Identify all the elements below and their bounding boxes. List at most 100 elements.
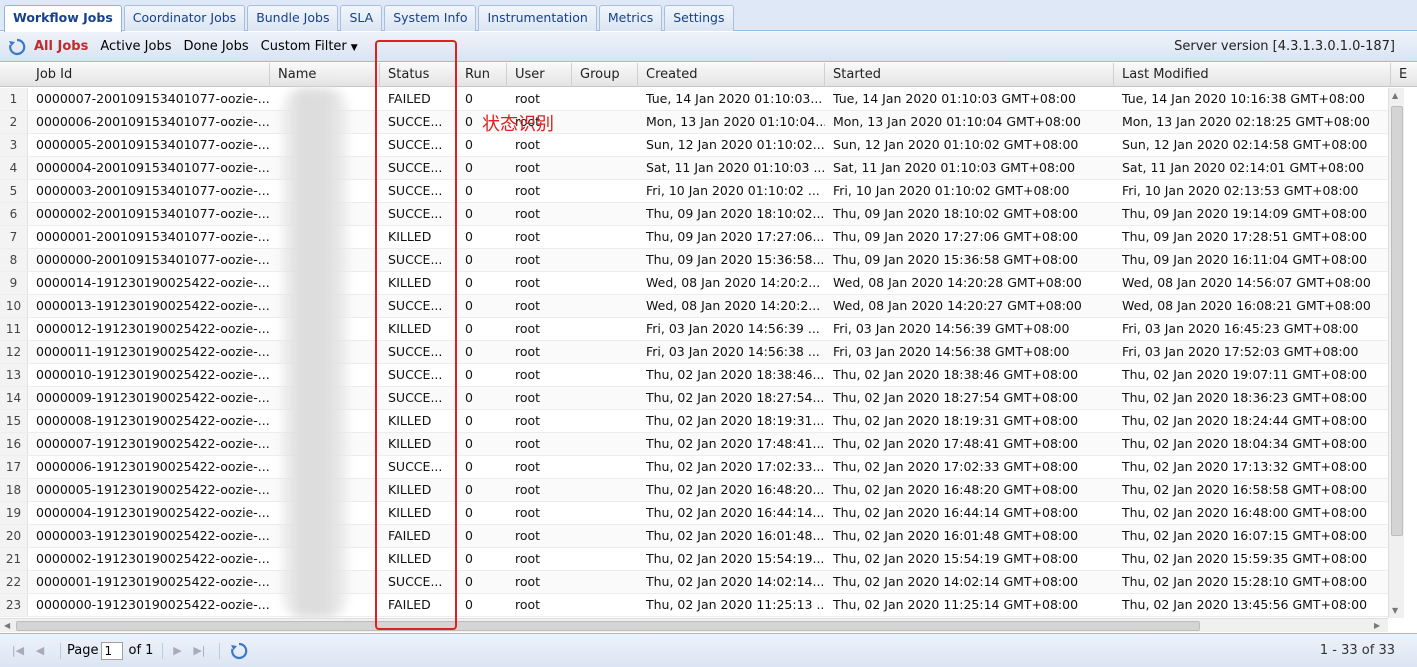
filter-all-jobs[interactable]: All Jobs bbox=[34, 39, 88, 54]
horizontal-scroll-thumb[interactable] bbox=[16, 621, 1200, 631]
cell-created: Thu, 02 Jan 2020 16:44:14... bbox=[646, 505, 825, 520]
cell-job-id: 0000000-191230190025422-oozie-... bbox=[36, 597, 270, 612]
table-row[interactable]: 12 0000011-191230190025422-oozie-... SUCCE… bbox=[0, 341, 1388, 364]
first-page-icon[interactable]: |◀ bbox=[10, 643, 26, 659]
pager-refresh-icon[interactable] bbox=[230, 642, 248, 660]
cell-job-id: 0000003-200109153401077-oozie-... bbox=[36, 183, 270, 198]
cell-created: Fri, 03 Jan 2020 14:56:38 ... bbox=[646, 344, 820, 359]
cell-started: Thu, 02 Jan 2020 16:48:20 GMT+08:00 bbox=[833, 482, 1079, 497]
tab-workflow-jobs[interactable]: Workflow Jobs bbox=[4, 5, 122, 32]
row-number: 7 bbox=[0, 226, 28, 248]
table-row[interactable]: 8 0000000-200109153401077-oozie-... SUCCE.… bbox=[0, 249, 1388, 272]
cell-user: root bbox=[515, 91, 541, 106]
column-header-status[interactable]: Status bbox=[380, 63, 457, 87]
last-page-icon[interactable]: ▶| bbox=[191, 643, 207, 659]
scroll-left-icon[interactable]: ◀ bbox=[4, 619, 10, 633]
cell-job-id: 0000006-191230190025422-oozie-... bbox=[36, 459, 270, 474]
prev-page-icon[interactable]: ◀ bbox=[32, 643, 48, 659]
table-row[interactable]: 2 0000006-200109153401077-oozie-... SUCCE.… bbox=[0, 111, 1388, 134]
tab-system-info[interactable]: System Info bbox=[384, 5, 477, 31]
cell-created: Thu, 02 Jan 2020 11:25:13 ... bbox=[646, 597, 825, 612]
cell-status: FAILED bbox=[388, 597, 431, 612]
cell-started: Thu, 02 Jan 2020 16:01:48 GMT+08:00 bbox=[833, 528, 1079, 543]
column-header-run[interactable]: Run bbox=[457, 63, 507, 87]
tab-coordinator-jobs[interactable]: Coordinator Jobs bbox=[123, 5, 246, 31]
cell-started: Sun, 12 Jan 2020 01:10:02 GMT+08:00 bbox=[833, 137, 1079, 152]
table-row[interactable]: 7 0000001-200109153401077-oozie-... KILLED… bbox=[0, 226, 1388, 249]
paging-display: 1 - 33 of 33 bbox=[1319, 643, 1395, 658]
column-header-extra[interactable]: E bbox=[1391, 63, 1417, 87]
column-header-job-id[interactable]: Job Id bbox=[28, 63, 270, 87]
table-row[interactable]: 16 0000007-191230190025422-oozie-... KILLE… bbox=[0, 433, 1388, 456]
scroll-up-icon[interactable]: ▲ bbox=[1392, 91, 1398, 100]
horizontal-scrollbar[interactable]: ◀ ▶ bbox=[0, 618, 1388, 632]
cell-job-id: 0000006-200109153401077-oozie-... bbox=[36, 114, 270, 129]
table-row[interactable]: 1 0000007-200109153401077-oozie-... FAILED… bbox=[0, 88, 1388, 111]
cell-run: 0 bbox=[465, 505, 473, 520]
table-row[interactable]: 4 0000004-200109153401077-oozie-... SUCCE.… bbox=[0, 157, 1388, 180]
cell-created: Tue, 14 Jan 2020 01:10:03... bbox=[646, 91, 823, 106]
cell-run: 0 bbox=[465, 574, 473, 589]
cell-modified: Thu, 02 Jan 2020 16:48:00 GMT+08:00 bbox=[1122, 505, 1368, 520]
cell-user: root bbox=[515, 597, 541, 612]
refresh-icon[interactable] bbox=[8, 38, 26, 56]
separator bbox=[162, 642, 164, 659]
cell-job-id: 0000005-191230190025422-oozie-... bbox=[36, 482, 270, 497]
cell-user: root bbox=[515, 252, 541, 267]
cell-user: root bbox=[515, 367, 541, 382]
cell-modified: Thu, 09 Jan 2020 17:28:51 GMT+08:00 bbox=[1122, 229, 1368, 244]
table-row[interactable]: 10 0000013-191230190025422-oozie-... SUCCE… bbox=[0, 295, 1388, 318]
row-number: 8 bbox=[0, 249, 28, 271]
vertical-scrollbar[interactable]: ▲ ▼ bbox=[1388, 88, 1404, 618]
table-row[interactable]: 3 0000005-200109153401077-oozie-... SUCCE.… bbox=[0, 134, 1388, 157]
column-header-name[interactable]: Name bbox=[270, 63, 380, 87]
cell-user: root bbox=[515, 160, 541, 175]
page-number-input[interactable] bbox=[101, 641, 124, 660]
cell-created: Thu, 02 Jan 2020 18:19:31... bbox=[646, 413, 825, 428]
table-row[interactable]: 9 0000014-191230190025422-oozie-... KILLED… bbox=[0, 272, 1388, 295]
cell-job-id: 0000011-191230190025422-oozie-... bbox=[36, 344, 270, 359]
column-header-created[interactable]: Created bbox=[638, 63, 825, 87]
table-row[interactable]: 5 0000003-200109153401077-oozie-... SUCCE.… bbox=[0, 180, 1388, 203]
cell-created: Thu, 02 Jan 2020 15:54:19... bbox=[646, 551, 825, 566]
tab-instrumentation[interactable]: Instrumentation bbox=[478, 5, 597, 31]
tab-sla[interactable]: SLA bbox=[340, 5, 383, 31]
table-row[interactable]: 19 0000004-191230190025422-oozie-... KILLE… bbox=[0, 502, 1388, 525]
cell-modified: Sat, 11 Jan 2020 02:14:01 GMT+08:00 bbox=[1122, 160, 1365, 175]
cell-status: SUCCE... bbox=[388, 206, 443, 221]
column-header-started[interactable]: Started bbox=[825, 63, 1114, 87]
column-header-group[interactable]: Group bbox=[572, 63, 638, 87]
table-row[interactable]: 20 0000003-191230190025422-oozie-... FAILE… bbox=[0, 525, 1388, 548]
cell-user: root bbox=[515, 321, 541, 336]
tab-bundle-jobs[interactable]: Bundle Jobs bbox=[247, 5, 339, 31]
column-header-last-modified[interactable]: Last Modified bbox=[1114, 63, 1391, 87]
scroll-down-icon[interactable]: ▼ bbox=[1392, 606, 1398, 615]
cell-user: root bbox=[515, 505, 541, 520]
cell-user: root bbox=[515, 275, 541, 290]
cell-created: Mon, 13 Jan 2020 01:10:04... bbox=[646, 114, 825, 129]
scroll-right-icon[interactable]: ▶ bbox=[1374, 619, 1380, 633]
table-row[interactable]: 13 0000010-191230190025422-oozie-... SUCCE… bbox=[0, 364, 1388, 387]
table-row[interactable]: 21 0000002-191230190025422-oozie-... KILLE… bbox=[0, 548, 1388, 571]
cell-created: Thu, 02 Jan 2020 18:38:46... bbox=[646, 367, 825, 382]
cell-status: SUCCE... bbox=[388, 390, 443, 405]
table-row[interactable]: 23 0000000-191230190025422-oozie-... FAILE… bbox=[0, 594, 1388, 617]
next-page-icon[interactable]: ▶ bbox=[169, 643, 185, 659]
table-row[interactable]: 22 0000001-191230190025422-oozie-... SUCCE… bbox=[0, 571, 1388, 594]
filter-active-jobs[interactable]: Active Jobs bbox=[100, 39, 171, 54]
custom-filter-button[interactable]: Custom Filter ▼ bbox=[261, 39, 358, 54]
row-number: 9 bbox=[0, 272, 28, 294]
tab-metrics[interactable]: Metrics bbox=[598, 5, 663, 31]
table-row[interactable]: 17 0000006-191230190025422-oozie-... SUCCE… bbox=[0, 456, 1388, 479]
table-row[interactable]: 6 0000002-200109153401077-oozie-... SUCCE.… bbox=[0, 203, 1388, 226]
row-number: 21 bbox=[0, 548, 28, 570]
table-row[interactable]: 11 0000012-191230190025422-oozie-... KILLE… bbox=[0, 318, 1388, 341]
column-header-user[interactable]: User bbox=[507, 63, 572, 87]
vertical-scroll-thumb[interactable] bbox=[1391, 106, 1403, 536]
tab-settings[interactable]: Settings bbox=[664, 5, 734, 31]
filter-done-jobs[interactable]: Done Jobs bbox=[183, 39, 248, 54]
table-row[interactable]: 15 0000008-191230190025422-oozie-... KILLE… bbox=[0, 410, 1388, 433]
table-row[interactable]: 14 0000009-191230190025422-oozie-... SUCCE… bbox=[0, 387, 1388, 410]
toolbar: All Jobs Active Jobs Done Jobs Custom Fi… bbox=[0, 32, 1417, 62]
table-row[interactable]: 18 0000005-191230190025422-oozie-... KILLE… bbox=[0, 479, 1388, 502]
